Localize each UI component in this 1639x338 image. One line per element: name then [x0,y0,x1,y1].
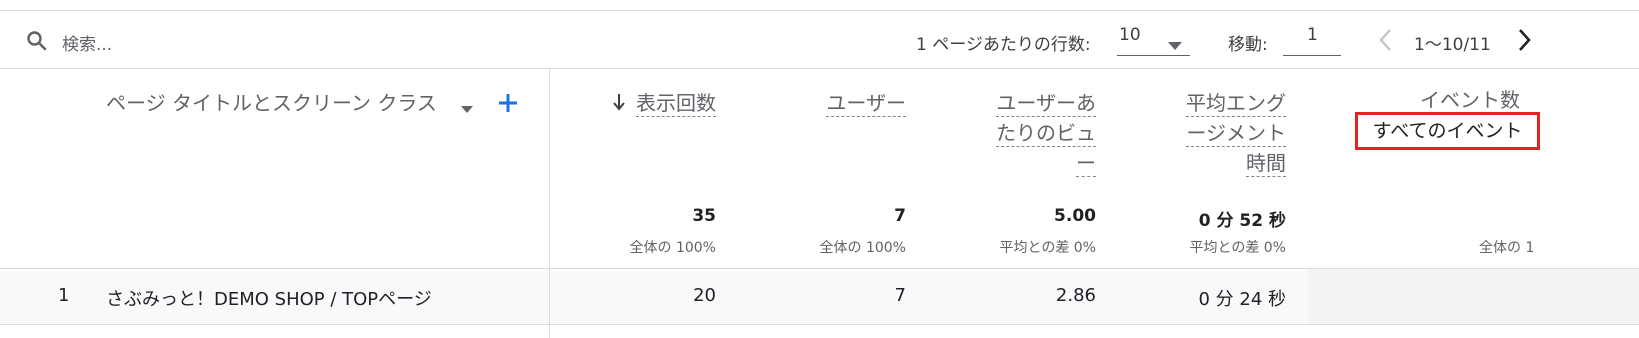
total-event-count-percent: 全体の 1 [1479,240,1535,256]
avg-engagement-header[interactable]: 平均エング ージメント 時間 [1150,88,1286,178]
toolbar-divider [0,68,1639,69]
row-divider [0,324,1639,325]
total-avg-engagement-diff: 平均との差 0% [1189,240,1286,256]
total-views: 35 [692,206,716,226]
search-input[interactable]: 検索... [62,30,112,55]
dropdown-arrow-icon [1168,35,1182,54]
add-dimension-icon[interactable] [497,92,519,118]
total-users-percent: 全体の 100% [819,240,906,256]
total-views-percent: 全体の 100% [629,240,716,256]
dimension-dropdown-icon[interactable] [461,99,473,118]
avg-engagement-line-2: ージメント [1186,121,1286,147]
rows-per-page-value: 10 [1119,25,1141,45]
table-row[interactable]: 1 さぶみっと！DEMO SHOP / TOPページ [0,269,549,324]
row-page-title[interactable]: さぶみっと！DEMO SHOP / TOPページ [106,285,432,311]
goto-label: 移動: [1228,35,1268,55]
dimension-header[interactable]: ページ タイトルとスクリーン クラス [106,88,437,118]
total-users: 7 [894,206,906,226]
goto-page-value: 1 [1307,25,1318,45]
rows-per-page-label: 1 ページあたりの行数: [916,35,1091,55]
event-filter-select[interactable]: すべてのイベント [1355,112,1540,150]
event-count-header[interactable]: イベント数 [1360,85,1520,115]
row-views-per-user: 2.86 [1055,285,1096,306]
total-avg-engagement: 0 分 52 秒 [1198,211,1286,231]
prev-page-icon[interactable] [1377,27,1395,57]
search-icon[interactable] [26,30,48,52]
views-per-user-line-3: ー [1076,151,1096,177]
row-event-count-cell [1308,269,1639,324]
row-users: 7 [894,285,906,306]
users-header[interactable]: ユーザー [800,88,906,118]
users-header-label: ユーザー [826,91,906,117]
row-avg-engagement: 0 分 24 秒 [1198,289,1286,310]
rows-per-page-select[interactable]: 10 [1117,25,1190,56]
sort-down-arrow-icon [612,93,626,115]
views-header-label: 表示回数 [636,91,716,117]
next-page-icon[interactable] [1515,27,1533,57]
total-views-per-user: 5.00 [1054,206,1096,226]
views-per-user-line-2: たりのビュ [996,121,1096,147]
views-per-user-line-1: ユーザーあ [996,91,1096,117]
avg-engagement-line-1: 平均エング [1186,91,1286,117]
views-per-user-header[interactable]: ユーザーあ たりのビュ ー [960,88,1096,178]
row-index: 1 [58,285,70,306]
row-views: 20 [693,285,716,306]
avg-engagement-line-3: 時間 [1246,151,1286,177]
total-views-per-user-diff: 平均との差 0% [999,240,1096,256]
top-divider [0,10,1639,11]
page-range: 1〜10/11 [1414,35,1491,55]
views-header[interactable]: 表示回数 [636,88,716,118]
goto-page-input[interactable]: 1 [1283,25,1341,56]
